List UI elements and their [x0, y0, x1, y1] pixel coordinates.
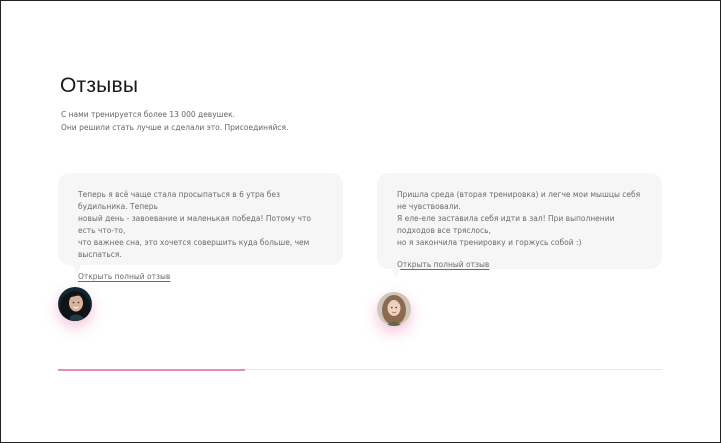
review-text: Пришла среда (вторая тренировка) и легче… — [397, 189, 642, 249]
review-text-line: Теперь я всё чаще стала просыпаться в 6 … — [78, 190, 281, 211]
user-photo-dark-hair-icon — [58, 287, 92, 321]
reviewer-avatar — [58, 287, 92, 321]
review-card: Теперь я всё чаще стала просыпаться в 6 … — [58, 173, 343, 281]
review-text-line: Пришла среда (вторая тренировка) и легче… — [397, 190, 641, 211]
review-text-line: новый день - завоевание и маленькая побе… — [78, 214, 311, 235]
section-title: Отзывы — [60, 74, 139, 97]
review-text-line: но я закончила тренировку и горжусь собо… — [397, 238, 582, 247]
review-text: Теперь я всё чаще стала просыпаться в 6 … — [78, 189, 323, 261]
open-full-review-link[interactable]: Открыть полный отзыв — [78, 272, 170, 281]
open-full-review-link[interactable]: Открыть полный отзыв — [397, 260, 489, 269]
review-text-line: что важнее сна, это хочется совершить ку… — [78, 238, 310, 259]
reviewer-avatar — [377, 292, 411, 326]
subtitle-line: С нами тренируется более 13 000 девушек. — [61, 110, 236, 119]
slider-progress-fill — [58, 368, 245, 371]
subtitle-line: Они решили стать лучше и сделали это. Пр… — [61, 122, 289, 132]
review-text-line: Я еле-еле заставила себя идти в зал! При… — [397, 214, 615, 235]
user-photo-light-hair-icon — [377, 292, 411, 326]
section-subtitle: С нами тренируется более 13 000 девушек.… — [61, 109, 288, 134]
review-card: Пришла среда (вторая тренировка) и легче… — [377, 173, 662, 278]
slider-progress-track[interactable] — [58, 368, 662, 371]
